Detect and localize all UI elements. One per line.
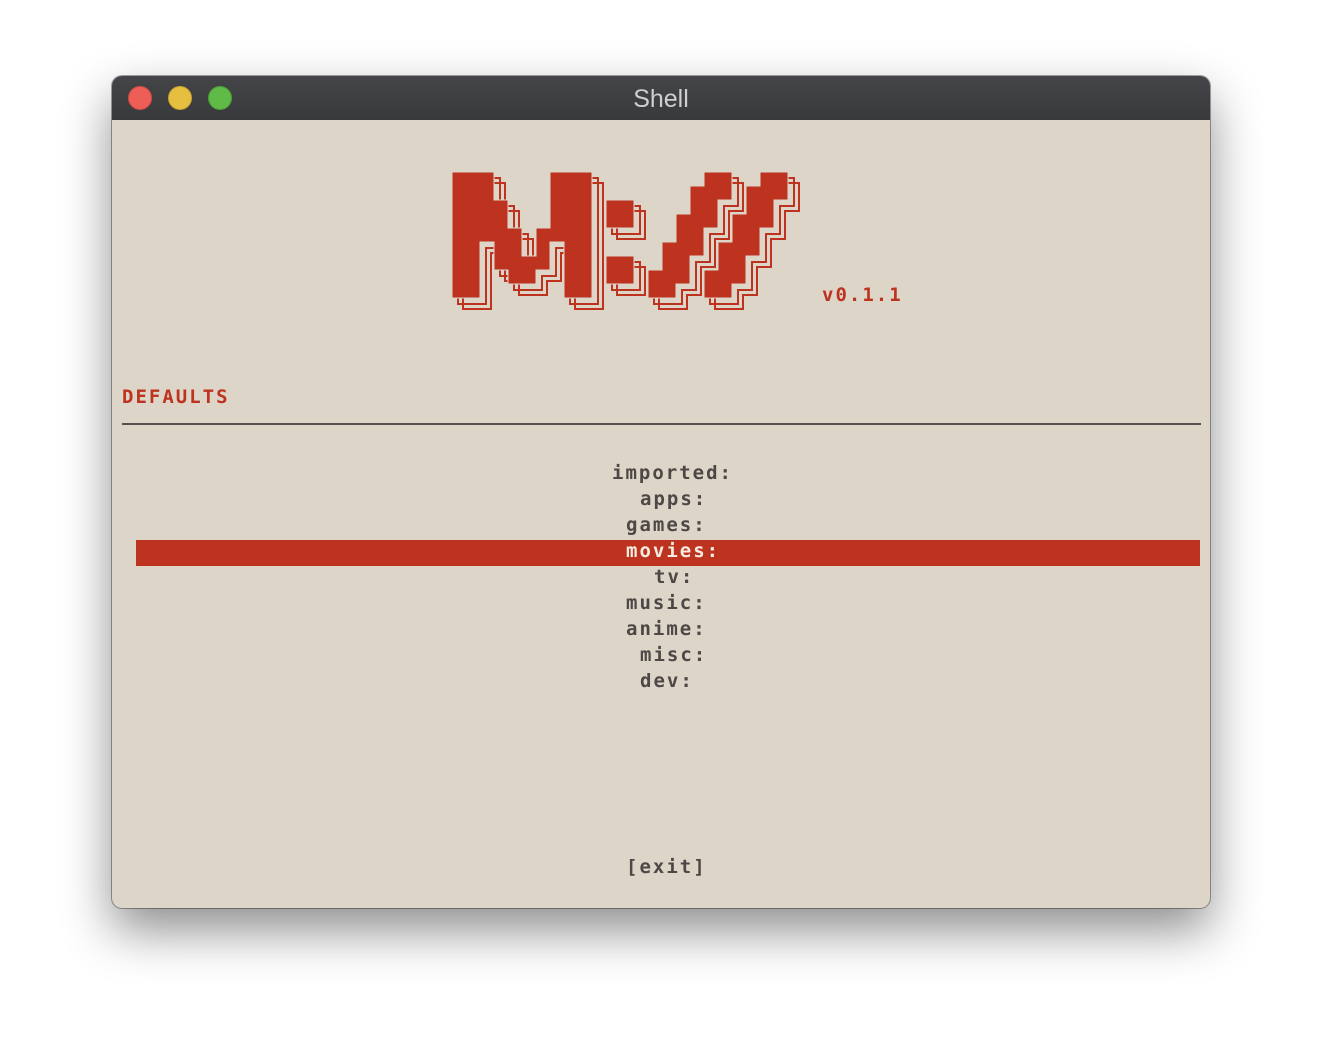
terminal-content: v0.1.1 DEFAULTS imported: apps: games: m… (112, 120, 1210, 908)
menu-item-apps[interactable]: apps: (640, 486, 707, 512)
menu-item-anime[interactable]: anime: (626, 616, 707, 642)
menu-item-music[interactable]: music: (626, 590, 707, 616)
menu-item-misc[interactable]: misc: (640, 642, 707, 668)
shell-window: Shell v0.1.1 DEFAULTS imported: apps: ga… (112, 76, 1210, 908)
version-label: v0.1.1 (822, 284, 903, 306)
menu-item-dev[interactable]: dev: (640, 668, 694, 694)
window-title: Shell (633, 85, 689, 113)
menu-item-movies[interactable]: movies: (626, 538, 720, 564)
app-logo (452, 172, 800, 310)
menu-item-games[interactable]: games: (626, 512, 707, 538)
section-divider (122, 423, 1201, 425)
section-title: DEFAULTS (122, 386, 230, 408)
menu-item-imported[interactable]: imported: (612, 460, 733, 486)
title-bar[interactable]: Shell (112, 76, 1210, 120)
exit-button[interactable]: [exit] (626, 854, 707, 880)
menu-item-tv[interactable]: tv: (654, 564, 694, 590)
